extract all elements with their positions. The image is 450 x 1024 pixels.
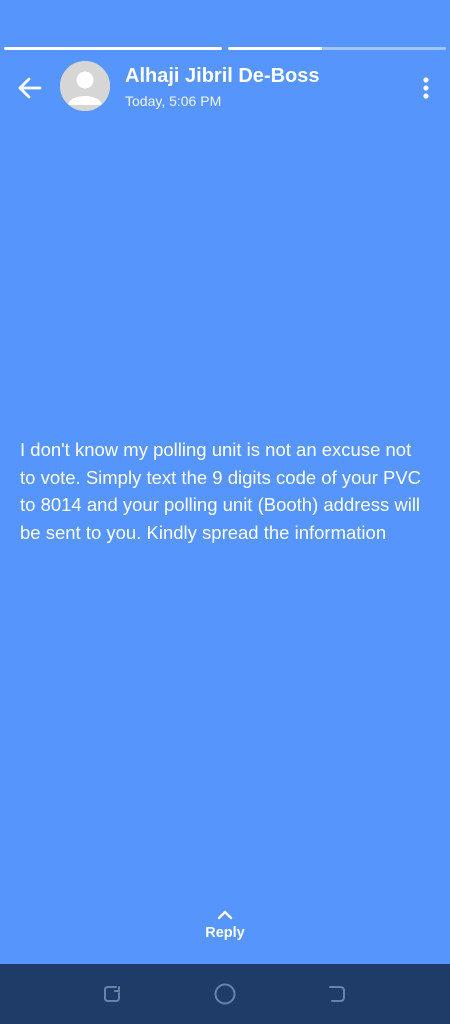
reply-label: Reply: [205, 925, 245, 941]
reply-button[interactable]: Reply: [175, 908, 275, 954]
avatar[interactable]: [60, 61, 110, 111]
default-avatar-icon: [60, 61, 110, 111]
status-header: Alhaji Jibril De-Boss Today, 5:06 PM: [0, 58, 450, 118]
arrow-left-icon: [18, 77, 42, 99]
status-segment-1: [4, 47, 222, 50]
more-vertical-icon: [423, 77, 429, 99]
system-navigation-bar: [0, 964, 450, 1024]
status-message-text: I don't know my polling unit is not an e…: [20, 439, 422, 543]
home-button[interactable]: [211, 980, 239, 1008]
status-segment-2: [228, 47, 446, 50]
chevron-up-icon: [217, 910, 233, 920]
home-circle-icon: [214, 983, 236, 1005]
recents-icon: [104, 986, 120, 1002]
status-segment-1-fill: [4, 47, 222, 50]
sender-info[interactable]: Alhaji Jibril De-Boss Today, 5:06 PM: [125, 64, 320, 110]
recents-button[interactable]: [98, 980, 126, 1008]
status-segment-2-fill: [228, 47, 322, 50]
system-back-button[interactable]: [323, 980, 351, 1008]
status-timestamp: Today, 5:06 PM: [125, 93, 222, 109]
sender-name: Alhaji Jibril De-Boss: [125, 65, 320, 87]
back-button[interactable]: [12, 70, 48, 106]
system-back-icon: [329, 986, 345, 1002]
status-progress-bar: [4, 47, 446, 51]
more-options-button[interactable]: [412, 70, 440, 106]
